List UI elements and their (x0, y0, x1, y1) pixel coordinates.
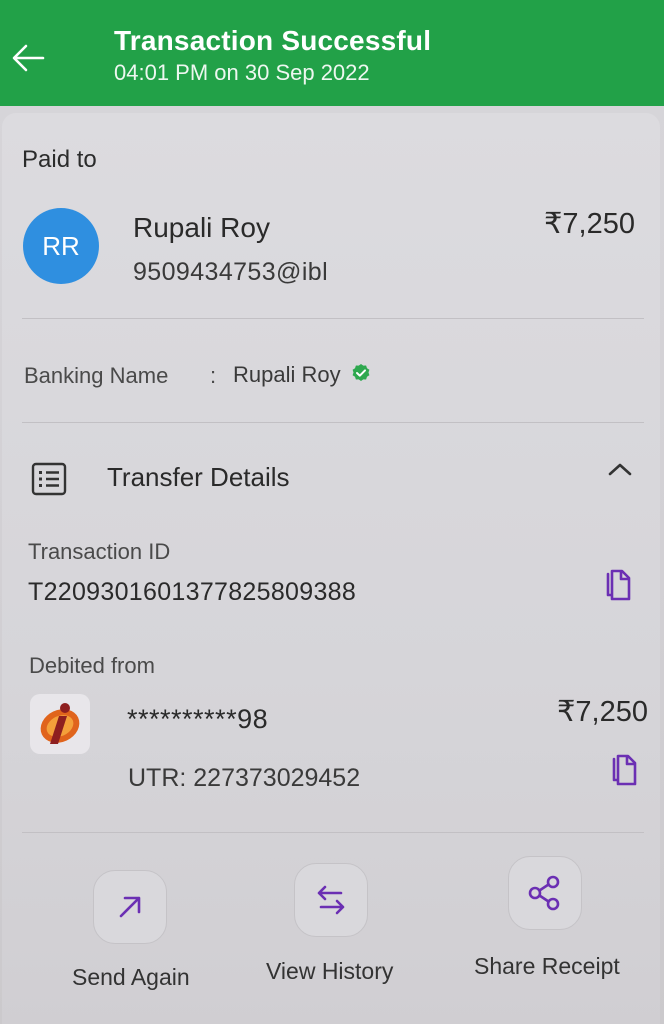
chevron-up-icon[interactable] (602, 454, 638, 484)
avatar: RR (23, 208, 99, 284)
payee-upi-id: 9509434753@ibl (133, 258, 329, 286)
screen: Transaction Successful 04:01 PM on 30 Se… (0, 0, 664, 1024)
verified-check-icon (352, 364, 370, 381)
masked-account-number: **********98 (127, 704, 269, 734)
share-icon (528, 875, 560, 911)
send-again-icon-wrap[interactable] (93, 870, 167, 944)
share-receipt-icon-wrap[interactable] (508, 856, 582, 930)
divider (22, 422, 644, 423)
debited-from-label: Debited from (29, 653, 155, 678)
icici-bank-logo-icon (40, 703, 80, 744)
list-icon (31, 462, 67, 496)
banking-name-label: Banking Name (24, 363, 169, 388)
bank-logo (30, 694, 90, 754)
view-history-label[interactable]: View History (266, 958, 393, 985)
payee-name: Rupali Roy (133, 212, 270, 243)
debited-amount: ₹7,250 (556, 696, 648, 728)
swap-arrows-icon (317, 885, 345, 915)
arrow-left-icon (12, 44, 45, 72)
arrow-up-right-icon (119, 896, 141, 918)
copy-icon (612, 754, 637, 786)
transaction-id-value: T2209301601377825809388 (28, 578, 357, 606)
copy-transaction-id-button[interactable] (601, 568, 635, 602)
banking-name-separator: : (210, 363, 217, 388)
divider (22, 318, 644, 319)
utr-number: UTR: 227373029452 (128, 764, 361, 792)
share-receipt-label[interactable]: Share Receipt (474, 953, 620, 980)
header-bar: Transaction Successful 04:01 PM on 30 Se… (0, 0, 664, 106)
send-again-label[interactable]: Send Again (72, 964, 190, 991)
transfer-details-title: Transfer Details (107, 462, 290, 492)
copy-icon (606, 569, 631, 601)
transaction-id-label: Transaction ID (28, 539, 171, 564)
paid-to-label: Paid to (22, 146, 97, 173)
banking-name-value: Rupali Roy (233, 362, 341, 387)
back-button[interactable] (8, 38, 48, 78)
page-title: Transaction Successful (114, 25, 432, 56)
paid-amount: ₹7,250 (543, 208, 635, 240)
transaction-timestamp: 04:01 PM on 30 Sep 2022 (114, 60, 370, 85)
divider (22, 832, 644, 833)
view-history-icon-wrap[interactable] (294, 863, 368, 937)
copy-utr-button[interactable] (607, 753, 641, 787)
